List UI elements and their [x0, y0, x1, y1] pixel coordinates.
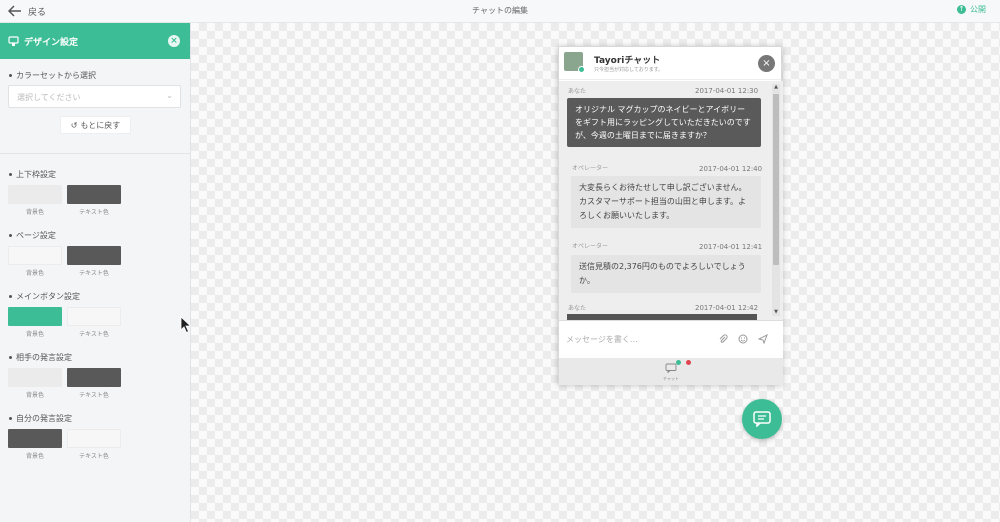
publish-button[interactable]: ↑ 公開 — [957, 4, 986, 15]
chevron-down-icon: ⌄ — [166, 91, 173, 100]
bg-caption: 背景色 — [25, 392, 44, 399]
notification-dot — [686, 360, 691, 365]
online-indicator — [578, 66, 585, 73]
bg-caption: 背景色 — [25, 453, 44, 460]
chat-status: 只今担当が対応しております。 — [594, 67, 664, 73]
operator-message-bubble: 大変長らくお待たせして申し訳ございません。カスタマーサポート担当の山田と申します… — [571, 176, 761, 228]
scrollbar-thumb[interactable] — [773, 94, 779, 265]
text-color-swatch[interactable] — [67, 185, 121, 204]
scroll-down-icon[interactable]: ▼ — [772, 309, 780, 316]
section-label: 相手の発言設定 — [9, 352, 72, 363]
reset-button[interactable]: ↺ もとに戻す — [60, 116, 131, 134]
message-list: あなた 2017-04-01 12:30 オリジナル マグカップのネイビーとアイ… — [559, 81, 783, 320]
message-sender: あなた — [568, 305, 587, 312]
bg-caption: 背景色 — [25, 209, 44, 216]
sidebar-title: デザイン設定 — [24, 37, 79, 48]
my-message-bubble: オリジナル マグカップのネイビーとアイボリーをギフト用にラッピングしていただきた… — [567, 98, 761, 147]
message-time: 2017-04-01 12:40 — [699, 165, 763, 173]
section-label: 自分の発言設定 — [9, 413, 72, 424]
design-sidebar: デザイン設定 × カラーセットから選択 選択してください ⌄ ↺ もとに戻す 上… — [0, 23, 191, 522]
chat-bubble-icon — [753, 411, 771, 427]
message-input[interactable]: メッセージを書く… — [566, 334, 638, 345]
bg-color-swatch[interactable] — [8, 246, 62, 265]
text-color-swatch[interactable] — [67, 307, 121, 326]
bg-color-swatch[interactable] — [8, 368, 62, 387]
tab-label: チャット — [663, 376, 679, 381]
scroll-up-icon[interactable]: ▲ — [772, 84, 780, 91]
message-time: 2017-04-01 12:30 — [695, 87, 759, 95]
message-time: 2017-04-01 12:42 — [695, 304, 759, 312]
text-color-swatch[interactable] — [67, 429, 121, 448]
operator-message-bubble: 送信見積の2,376円のものでよろしいでしょうか。 — [571, 255, 761, 293]
avatar — [564, 52, 585, 73]
chat-launcher-button[interactable] — [742, 399, 782, 439]
bg-caption: 背景色 — [25, 331, 44, 338]
chat-footer: チャット — [559, 358, 783, 385]
text-caption: テキスト色 — [79, 453, 109, 460]
reset-label: もとに戻す — [80, 120, 121, 130]
bg-caption: 背景色 — [25, 270, 44, 277]
message-sender: オペレーター — [572, 243, 609, 250]
mouse-cursor-icon — [180, 316, 192, 334]
text-caption: テキスト色 — [79, 270, 109, 277]
message-sender: オペレーター — [572, 165, 609, 172]
bg-color-swatch[interactable] — [8, 307, 62, 326]
close-icon[interactable]: × — [168, 35, 180, 47]
chat-widget-preview: Tayoriチャット 只今担当が対応しております。 × あなた 2017-04-… — [558, 46, 783, 385]
page-title: チャットの編集 — [472, 6, 528, 15]
text-color-swatch[interactable] — [67, 246, 121, 265]
bg-color-swatch[interactable] — [8, 429, 62, 448]
tab-chat[interactable]: チャット — [659, 363, 683, 382]
section-label: ページ設定 — [9, 230, 56, 241]
section-label: 上下枠設定 — [9, 169, 56, 180]
publish-label: 公開 — [970, 5, 986, 14]
close-icon[interactable]: × — [758, 55, 775, 72]
section-label: メインボタン設定 — [9, 291, 80, 302]
top-bar: 戻る チャットの編集 ↑ 公開 — [0, 0, 1000, 23]
divider — [0, 153, 190, 154]
message-time: 2017-04-01 12:41 — [699, 243, 763, 251]
undo-icon: ↺ — [70, 120, 78, 130]
scrollbar[interactable]: ▲ ▼ — [772, 84, 780, 316]
colorset-select[interactable]: 選択してください ⌄ — [8, 85, 181, 108]
bg-color-swatch[interactable] — [8, 185, 62, 204]
message-sender: あなた — [568, 88, 587, 95]
message-composer: メッセージを書く… — [559, 320, 783, 358]
sidebar-header: デザイン設定 × — [0, 23, 190, 59]
text-caption: テキスト色 — [79, 392, 109, 399]
attachment-icon[interactable] — [718, 334, 728, 347]
colorset-placeholder: 選択してください — [17, 93, 81, 102]
chat-name: Tayoriチャット — [594, 56, 661, 66]
colorset-label: カラーセットから選択 — [9, 70, 96, 81]
emoji-icon[interactable] — [738, 334, 748, 347]
chat-bubble-icon — [665, 363, 677, 374]
chat-header: Tayoriチャット 只今担当が対応しております。 × — [559, 47, 781, 80]
palette-icon — [8, 35, 19, 46]
send-icon[interactable] — [757, 333, 768, 347]
text-caption: テキスト色 — [79, 209, 109, 216]
upload-icon: ↑ — [957, 5, 966, 14]
text-caption: テキスト色 — [79, 331, 109, 338]
text-color-swatch[interactable] — [67, 368, 121, 387]
